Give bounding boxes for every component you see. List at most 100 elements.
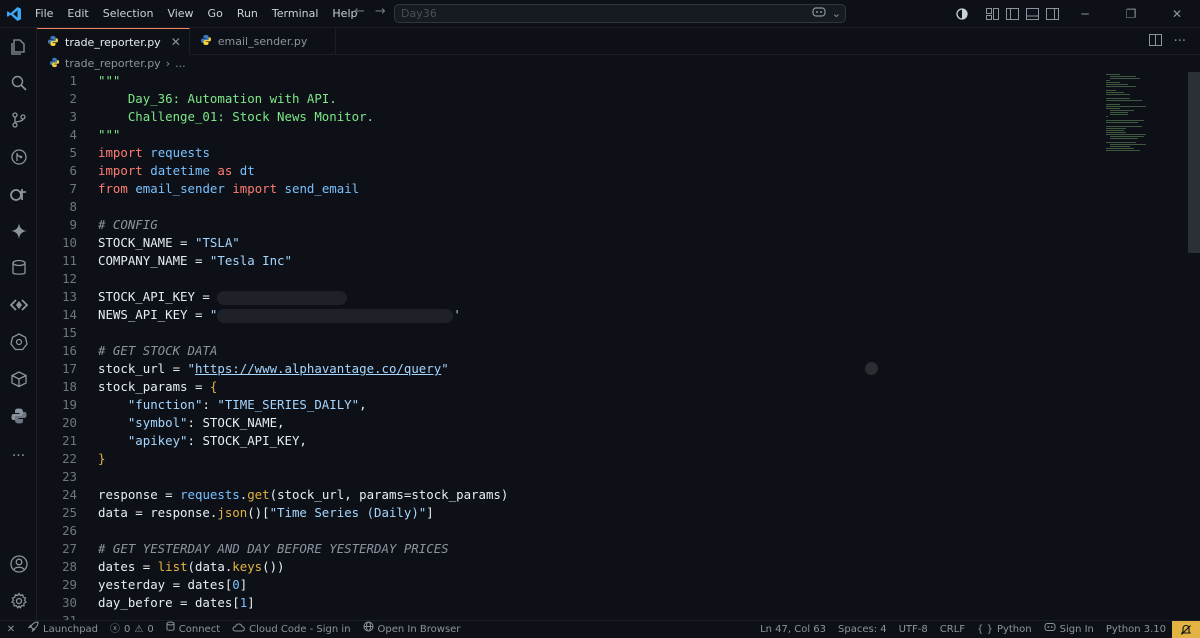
code-token: # GET YESTERDAY AND DAY BEFORE YESTERDAY… xyxy=(98,541,449,556)
code-token: STOCK_NAME = xyxy=(98,235,195,250)
more-views-icon[interactable]: ··· xyxy=(0,439,37,473)
indentation[interactable]: Spaces: 4 xyxy=(832,621,893,638)
line-number: 28 xyxy=(62,559,77,574)
breadcrumb-more[interactable]: ... xyxy=(175,57,186,70)
problems-button[interactable]: ⓧ 0 ⚠ 0 xyxy=(104,621,160,638)
code-token: data = response. xyxy=(98,505,218,520)
back-arrow-icon[interactable]: ← xyxy=(354,4,365,19)
code-line: 27 # GET YESTERDAY AND DAY BEFORE YESTERD… xyxy=(37,540,1117,558)
code-line: 12 xyxy=(37,270,1117,288)
code-token: "TSLA" xyxy=(194,235,240,250)
toggle-secondary-sidebar-icon[interactable] xyxy=(1042,0,1062,28)
toggle-primary-sidebar-icon[interactable] xyxy=(1002,0,1022,28)
code-token: ()) xyxy=(262,559,285,574)
more-actions-icon[interactable]: ··· xyxy=(1174,34,1186,49)
code-line: 1 """ xyxy=(37,72,1117,90)
ai-extension-icon[interactable] xyxy=(0,177,37,211)
code-line: 5 import requests xyxy=(37,144,1117,162)
close-tab-icon[interactable]: ✕ xyxy=(171,35,181,49)
code-token: "Tesla Inc" xyxy=(209,253,292,268)
line-number: 30 xyxy=(62,595,77,610)
globe-icon xyxy=(363,621,374,638)
code-token: dt xyxy=(239,163,255,178)
kubernetes-icon[interactable] xyxy=(0,325,37,359)
menu-edit[interactable]: Edit xyxy=(60,0,95,28)
cursor-position[interactable]: Ln 47, Col 63 xyxy=(754,621,832,638)
customize-layout-icon[interactable] xyxy=(982,0,1002,28)
source-control-icon[interactable] xyxy=(0,103,37,137)
remote-indicator-icon[interactable]: ✕ xyxy=(0,621,22,638)
code-token: stock_url = xyxy=(98,361,188,376)
menu-terminal[interactable]: Terminal xyxy=(265,0,326,28)
toggle-panel-icon[interactable] xyxy=(1022,0,1042,28)
python-icon[interactable] xyxy=(0,399,37,433)
code-token: import xyxy=(98,163,143,178)
python-interpreter[interactable]: Python 3.10 xyxy=(1100,621,1172,638)
accounts-pie-icon[interactable] xyxy=(952,0,972,28)
close-window-icon[interactable]: ✕ xyxy=(1154,0,1200,28)
code-token: import xyxy=(232,181,278,196)
remote-explorer-icon[interactable] xyxy=(0,288,37,322)
restore-icon[interactable]: ❐ xyxy=(1108,0,1154,28)
breadcrumb-file[interactable]: trade_reporter.py xyxy=(65,57,161,70)
redacted-api-key xyxy=(217,308,454,323)
error-count: 0 xyxy=(124,623,131,635)
forward-arrow-icon[interactable]: → xyxy=(375,4,386,19)
end-of-line[interactable]: CRLF xyxy=(934,621,971,638)
open-in-browser-button[interactable]: Open In Browser xyxy=(357,621,467,638)
code-link[interactable]: https://www.alphavantage.co/query xyxy=(195,361,441,376)
gemini-sparkle-icon[interactable] xyxy=(0,214,37,248)
minimap[interactable] xyxy=(1104,72,1174,162)
vscode-logo-icon xyxy=(0,0,28,28)
tab-trade-reporter[interactable]: trade_reporter.py ✕ xyxy=(37,28,190,55)
explorer-icon[interactable] xyxy=(0,30,37,64)
language-mode[interactable]: { } Python xyxy=(971,621,1038,638)
line-number: 8 xyxy=(69,199,77,214)
code-token: } xyxy=(98,451,106,466)
notifications-bell-icon[interactable] xyxy=(1172,621,1200,638)
code-token: day_before = dates[ xyxy=(98,595,240,610)
code-line: 19 "function": "TIME_SERIES_DAILY", xyxy=(37,396,1117,414)
code-editor[interactable]: 1 """ 2 Day_36: Automation with API. 3 Ch… xyxy=(37,72,1200,620)
menu-go[interactable]: Go xyxy=(201,0,230,28)
database-icon[interactable] xyxy=(0,251,37,285)
minimize-icon[interactable]: ─ xyxy=(1062,0,1108,28)
title-bar: File Edit Selection View Go Run Terminal… xyxy=(0,0,1200,28)
code-token: "function" xyxy=(98,397,203,412)
account-icon[interactable] xyxy=(0,547,37,581)
menu-selection[interactable]: Selection xyxy=(96,0,161,28)
copilot-sign-in[interactable]: Sign In xyxy=(1038,621,1100,638)
connect-button[interactable]: Connect xyxy=(160,621,226,638)
cloud-code-button[interactable]: Cloud Code - Sign in xyxy=(226,621,356,638)
code-token: ] xyxy=(239,577,248,592)
tab-email-sender[interactable]: email_sender.py xyxy=(190,28,337,55)
search-icon[interactable] xyxy=(0,66,37,100)
split-editor-icon[interactable] xyxy=(1148,33,1162,50)
status-bar: ✕ Launchpad ⓧ 0 ⚠ 0 Connect Cloud Code -… xyxy=(0,620,1200,638)
encoding[interactable]: UTF-8 xyxy=(893,621,934,638)
code-line: 21 "apikey": STOCK_API_KEY, xyxy=(37,432,1117,450)
tab-label: email_sender.py xyxy=(217,35,308,48)
code-token: send_email xyxy=(284,181,360,196)
command-center-search[interactable]: Day36 ⌄ xyxy=(394,4,846,23)
gitlens-icon[interactable] xyxy=(0,140,37,174)
containers-cube-icon[interactable] xyxy=(0,362,37,396)
line-number: 13 xyxy=(62,289,77,304)
code-line: 31 xyxy=(37,612,1117,620)
code-line: 2 Day_36: Automation with API. xyxy=(37,90,1117,108)
copilot-icon[interactable] xyxy=(812,6,826,21)
code-token: response = xyxy=(98,487,181,502)
scrollbar-thumb[interactable] xyxy=(1188,72,1200,253)
chevron-down-icon[interactable]: ⌄ xyxy=(832,7,841,20)
menu-run[interactable]: Run xyxy=(230,0,265,28)
language-label: Python xyxy=(996,624,1032,635)
launchpad-button[interactable]: Launchpad xyxy=(22,620,104,638)
menu-file[interactable]: File xyxy=(28,0,60,28)
settings-gear-icon[interactable] xyxy=(0,584,37,618)
code-token: (stock_url, params=stock_params) xyxy=(269,487,509,502)
code-line: 14 NEWS_API_KEY = " ' xyxy=(37,306,1117,324)
menu-view[interactable]: View xyxy=(160,0,200,28)
line-number: 20 xyxy=(62,415,77,430)
vertical-scrollbar[interactable] xyxy=(1188,72,1200,620)
database-icon xyxy=(166,621,175,638)
